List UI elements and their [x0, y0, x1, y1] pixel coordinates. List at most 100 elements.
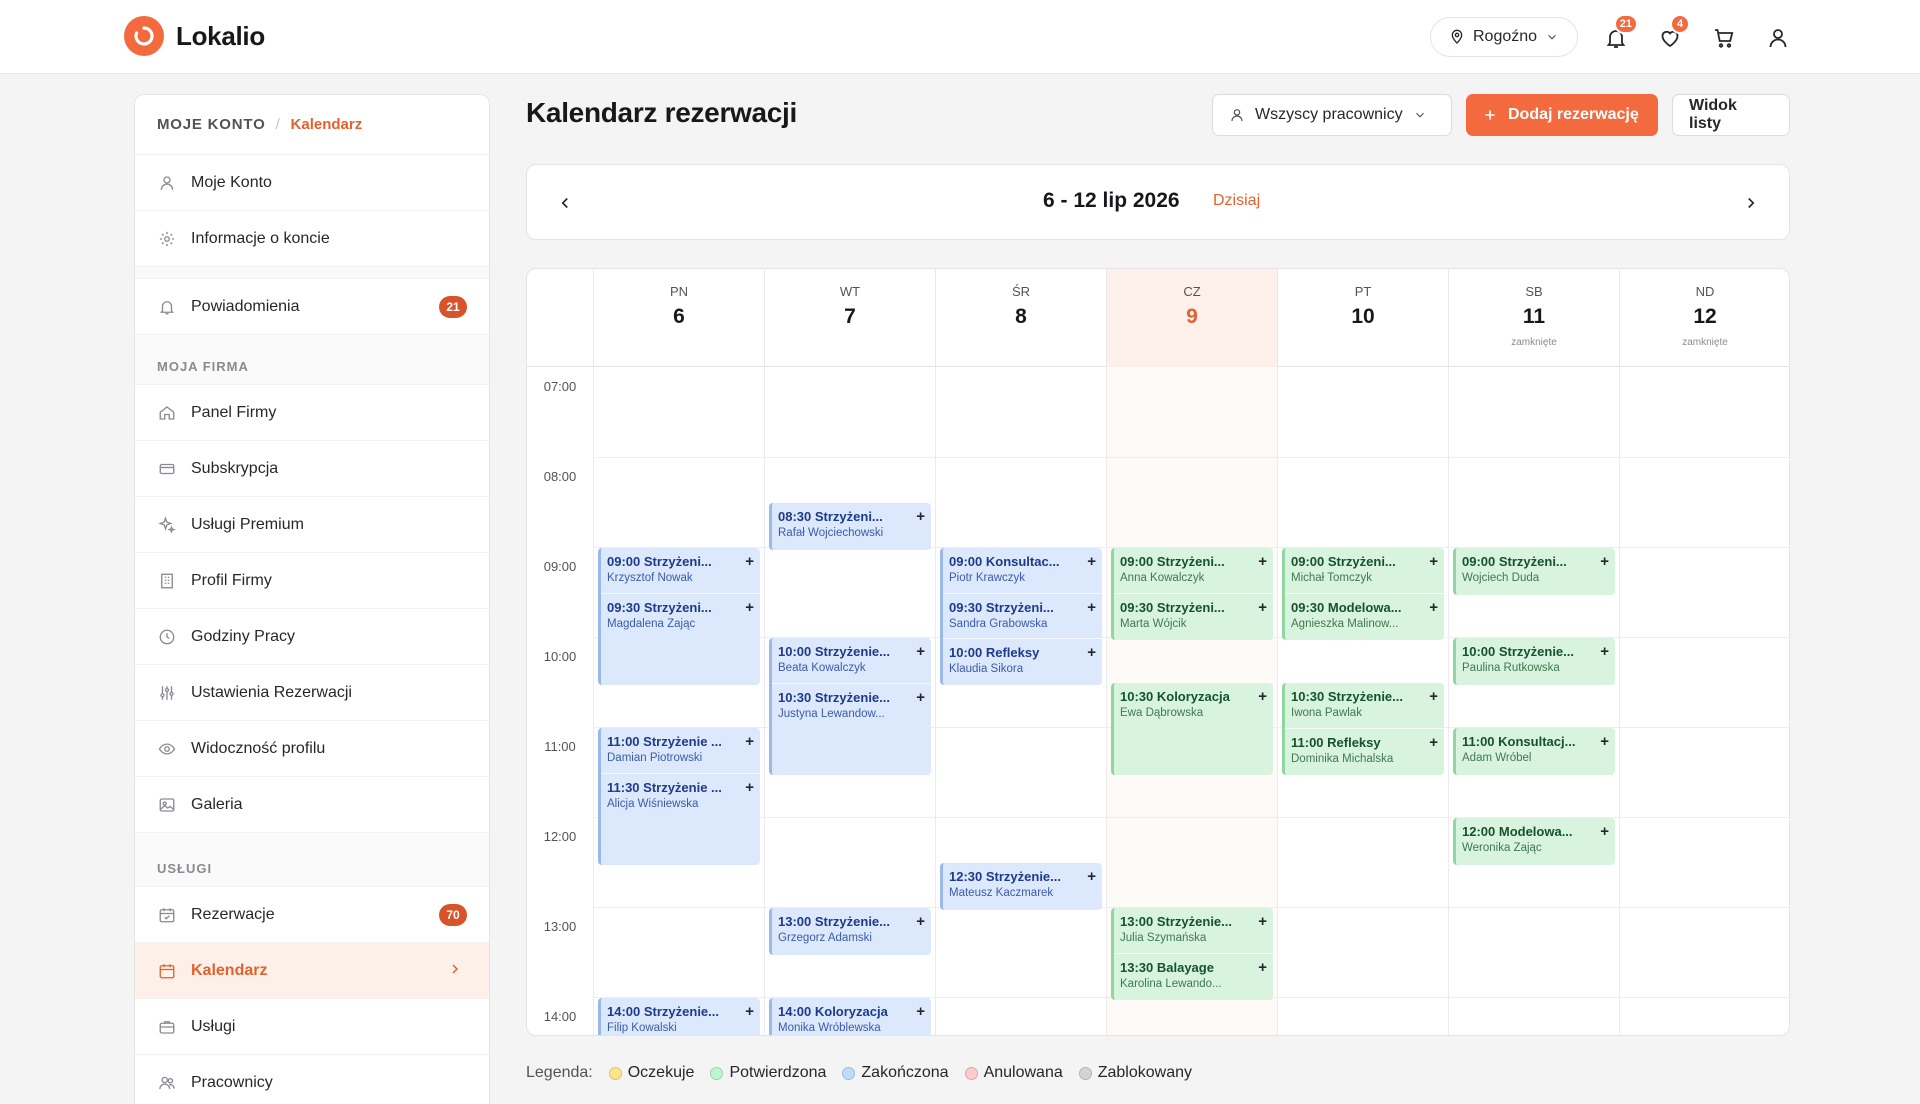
appointment-entry[interactable]: 11:00 Strzyżenie ... Damian Piotrowski + — [601, 728, 760, 773]
sidebar-item-my-account[interactable]: Moje Konto — [135, 155, 489, 211]
appointment-block[interactable]: 12:00 Modelowa... Weronika Zając + — [1453, 818, 1615, 865]
add-slot-plus-icon[interactable]: + — [1600, 823, 1609, 840]
add-slot-plus-icon[interactable]: + — [916, 643, 925, 660]
appointment-block[interactable]: 10:00 Strzyżenie... Beata Kowalczyk +10:30… — [769, 638, 931, 775]
appointment-block[interactable]: 11:00 Strzyżenie ... Damian Piotrowski +11… — [598, 728, 760, 865]
favorites-button[interactable]: 4 — [1652, 14, 1690, 56]
add-slot-plus-icon[interactable]: + — [745, 733, 754, 750]
appointment-block[interactable]: 14:00 Strzyżenie... Filip Kowalski + — [598, 998, 760, 1035]
sidebar-item-employees[interactable]: Pracownicy — [135, 1055, 489, 1104]
appointment-block[interactable]: 09:00 Strzyżeni... Krzysztof Nowak +09:30 … — [598, 548, 760, 685]
sidebar-item-working-hours[interactable]: Godziny Pracy — [135, 609, 489, 665]
appointment-entry[interactable]: 10:00 Strzyżenie... Paulina Rutkowska + — [1456, 638, 1615, 683]
sidebar-item-premium-services[interactable]: Usługi Premium — [135, 497, 489, 553]
sidebar-item-services[interactable]: Usługi — [135, 999, 489, 1055]
day-header[interactable]: SB 11 zamknięte — [1448, 269, 1619, 367]
sidebar-item-company-panel[interactable]: Panel Firmy — [135, 385, 489, 441]
sidebar-item-reservations[interactable]: Rezerwacje 70 — [135, 887, 489, 943]
appointment-entry[interactable]: 09:00 Strzyżeni... Michał Tomczyk + — [1285, 548, 1444, 593]
day-header[interactable]: PN 6 — [593, 269, 764, 367]
add-slot-plus-icon[interactable]: + — [1258, 688, 1267, 705]
add-slot-plus-icon[interactable]: + — [1258, 959, 1267, 976]
appointment-entry[interactable]: 10:30 Koloryzacja Ewa Dąbrowska + — [1114, 683, 1273, 728]
appointment-entry[interactable]: 09:30 Strzyżeni... Magdalena Zając + — [601, 593, 760, 638]
add-slot-plus-icon[interactable]: + — [745, 553, 754, 570]
sidebar-item-profile-visibility[interactable]: Widoczność profilu — [135, 721, 489, 777]
add-slot-plus-icon[interactable]: + — [1087, 868, 1096, 885]
day-header[interactable]: ND 12 zamknięte — [1619, 269, 1789, 367]
appointment-block[interactable]: 14:00 Koloryzacja Monika Wróblewska + — [769, 998, 931, 1035]
breadcrumb-root[interactable]: MOJE KONTO — [157, 116, 266, 133]
appointment-block[interactable]: 10:30 Strzyżenie... Iwona Pawlak +11:00 Re… — [1282, 683, 1444, 775]
appointment-block[interactable]: 11:00 Konsultacj... Adam Wróbel + — [1453, 728, 1615, 775]
location-selector[interactable]: Rogoźno — [1430, 17, 1579, 57]
add-slot-plus-icon[interactable]: + — [745, 779, 754, 796]
add-slot-plus-icon[interactable]: + — [1429, 734, 1438, 751]
add-slot-plus-icon[interactable]: + — [1429, 553, 1438, 570]
add-slot-plus-icon[interactable]: + — [916, 689, 925, 706]
day-header[interactable]: WT 7 — [764, 269, 935, 367]
employee-filter-dropdown[interactable]: Wszyscy pracownicy — [1212, 94, 1452, 136]
appointment-block[interactable]: 09:00 Strzyżeni... Wojciech Duda + — [1453, 548, 1615, 595]
day-header[interactable]: CZ 9 — [1106, 269, 1277, 367]
appointment-entry[interactable]: 08:30 Strzyżeni... Rafał Wojciechowski + — [772, 503, 931, 548]
add-slot-plus-icon[interactable]: + — [1600, 643, 1609, 660]
appointment-entry[interactable]: 09:00 Konsultac... Piotr Krawczyk + — [943, 548, 1102, 593]
appointment-entry[interactable]: 12:00 Modelowa... Weronika Zając + — [1456, 818, 1615, 863]
appointment-entry[interactable]: 09:00 Strzyżeni... Wojciech Duda + — [1456, 548, 1615, 593]
appointment-entry[interactable]: 10:30 Strzyżenie... Justyna Lewandow... + — [772, 683, 931, 728]
appointment-entry[interactable]: 12:30 Strzyżenie... Mateusz Kaczmarek + — [943, 863, 1102, 908]
add-slot-plus-icon[interactable]: + — [1258, 599, 1267, 616]
add-slot-plus-icon[interactable]: + — [1087, 644, 1096, 661]
today-link[interactable]: Dzisiaj — [1213, 192, 1260, 210]
sidebar-item-calendar[interactable]: Kalendarz — [135, 943, 489, 999]
list-view-button[interactable]: Widok listy — [1672, 94, 1790, 136]
appointment-entry[interactable]: 14:00 Strzyżenie... Filip Kowalski + — [601, 998, 760, 1035]
add-slot-plus-icon[interactable]: + — [1600, 553, 1609, 570]
day-header[interactable]: ŚR 8 — [935, 269, 1106, 367]
appointment-entry[interactable]: 09:30 Strzyżeni... Sandra Grabowska + — [943, 593, 1102, 638]
add-slot-plus-icon[interactable]: + — [1087, 553, 1096, 570]
next-week-button[interactable] — [1733, 185, 1769, 221]
appointment-entry[interactable]: 09:30 Strzyżeni... Marta Wójcik + — [1114, 593, 1273, 638]
appointment-block[interactable]: 12:30 Strzyżenie... Mateusz Kaczmarek + — [940, 863, 1102, 910]
appointment-entry[interactable]: 09:00 Strzyżeni... Anna Kowalczyk + — [1114, 548, 1273, 593]
add-slot-plus-icon[interactable]: + — [1429, 688, 1438, 705]
sidebar-item-company-profile[interactable]: Profil Firmy — [135, 553, 489, 609]
appointment-block[interactable]: 08:30 Strzyżeni... Rafał Wojciechowski + — [769, 503, 931, 550]
appointment-entry[interactable]: 10:30 Strzyżenie... Iwona Pawlak + — [1285, 683, 1444, 728]
add-slot-plus-icon[interactable]: + — [745, 599, 754, 616]
appointment-entry[interactable]: 13:00 Strzyżenie... Grzegorz Adamski + — [772, 908, 931, 953]
appointment-entry[interactable]: 11:00 Refleksy Dominika Michalska + — [1285, 728, 1444, 773]
brand-logo[interactable]: Lokalio — [124, 16, 265, 56]
add-slot-plus-icon[interactable]: + — [745, 1003, 754, 1020]
account-button[interactable] — [1760, 20, 1796, 56]
appointment-block[interactable]: 10:00 Strzyżenie... Paulina Rutkowska + — [1453, 638, 1615, 685]
sidebar-item-gallery[interactable]: Galeria — [135, 777, 489, 833]
appointment-block[interactable]: 13:00 Strzyżenie... Julia Szymańska +13:30… — [1111, 908, 1273, 1000]
appointment-block[interactable]: 09:00 Strzyżeni... Michał Tomczyk +09:30 M… — [1282, 548, 1444, 640]
appointment-entry[interactable]: 11:30 Strzyżenie ... Alicja Wiśniewska + — [601, 773, 760, 818]
appointment-entry[interactable]: 13:30 Balayage Karolina Lewando... + — [1114, 953, 1273, 998]
cart-button[interactable] — [1706, 20, 1742, 56]
appointment-block[interactable]: 09:00 Strzyżeni... Anna Kowalczyk +09:30 S… — [1111, 548, 1273, 640]
appointment-entry[interactable]: 10:00 Strzyżenie... Beata Kowalczyk + — [772, 638, 931, 683]
add-slot-plus-icon[interactable]: + — [916, 1003, 925, 1020]
add-slot-plus-icon[interactable]: + — [1429, 599, 1438, 616]
add-slot-plus-icon[interactable]: + — [1600, 733, 1609, 750]
add-slot-plus-icon[interactable]: + — [1258, 913, 1267, 930]
sidebar-item-subscription[interactable]: Subskrypcja — [135, 441, 489, 497]
add-slot-plus-icon[interactable]: + — [916, 913, 925, 930]
appointment-entry[interactable]: 14:00 Koloryzacja Monika Wróblewska + — [772, 998, 931, 1035]
appointment-block[interactable]: 13:00 Strzyżenie... Grzegorz Adamski + — [769, 908, 931, 955]
sidebar-item-account-info[interactable]: Informacje o koncie — [135, 211, 489, 267]
add-slot-plus-icon[interactable]: + — [1087, 599, 1096, 616]
day-header[interactable]: PT 10 — [1277, 269, 1448, 367]
sidebar-item-booking-settings[interactable]: Ustawienia Rezerwacji — [135, 665, 489, 721]
add-slot-plus-icon[interactable]: + — [916, 508, 925, 525]
appointment-entry[interactable]: 09:30 Modelowa... Agnieszka Malinow... + — [1285, 593, 1444, 638]
notifications-button[interactable]: 21 — [1598, 14, 1638, 56]
appointment-entry[interactable]: 10:00 Refleksy Klaudia Sikora + — [943, 638, 1102, 683]
appointment-block[interactable]: 09:00 Konsultac... Piotr Krawczyk +09:30 S… — [940, 548, 1102, 685]
appointment-entry[interactable]: 09:00 Strzyżeni... Krzysztof Nowak + — [601, 548, 760, 593]
